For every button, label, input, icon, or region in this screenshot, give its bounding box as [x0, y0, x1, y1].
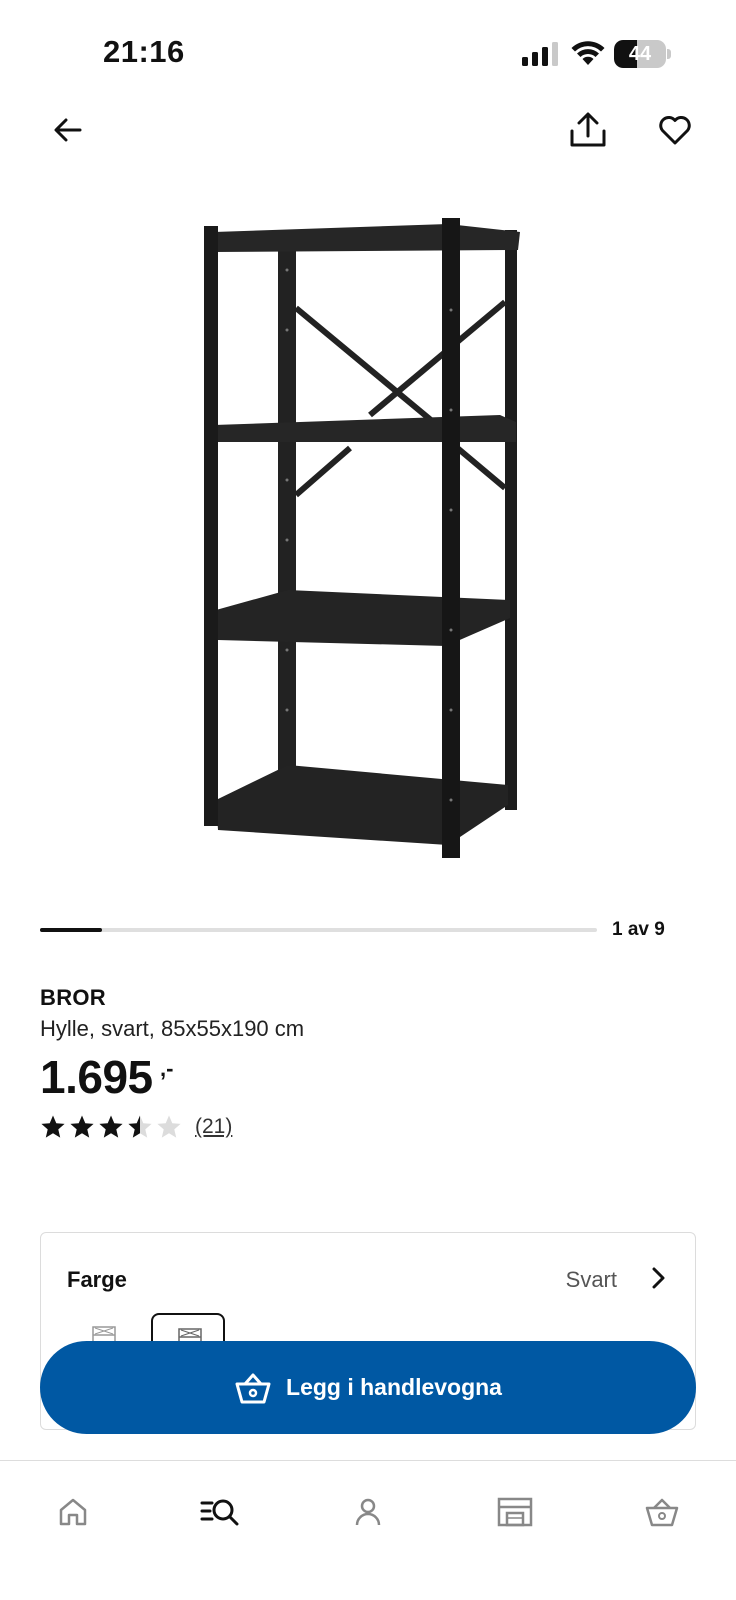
shopping-basket-icon — [235, 1373, 271, 1403]
home-icon — [59, 1498, 87, 1526]
color-value: Svart — [565, 1267, 617, 1292]
profile-icon — [355, 1498, 381, 1526]
add-to-cart-button[interactable]: Legg i handlevogna — [40, 1341, 696, 1434]
bottom-navigation — [0, 1460, 736, 1600]
favorite-button[interactable] — [645, 100, 705, 160]
gallery-progress-fill — [40, 928, 102, 932]
cart-icon — [645, 1498, 679, 1527]
status-time: 21:16 — [103, 34, 185, 69]
store-icon — [497, 1497, 533, 1527]
rating[interactable]: (21) — [40, 1114, 232, 1140]
star-icon — [41, 1115, 65, 1138]
nav-search[interactable] — [190, 1487, 250, 1537]
gallery-counter: 1 av 9 — [612, 919, 665, 940]
nav-profile[interactable] — [338, 1487, 398, 1537]
battery-icon: 44 — [614, 40, 671, 68]
color-label: Farge — [67, 1267, 127, 1292]
gallery-progress-bar — [40, 928, 597, 932]
product-description: Hylle, svart, 85x55x190 cm — [40, 1016, 305, 1041]
nav-store[interactable] — [485, 1487, 545, 1537]
share-button[interactable] — [558, 100, 618, 160]
shelving-unit-image[interactable] — [190, 210, 550, 890]
battery-level: 44 — [628, 43, 652, 65]
heart-icon — [659, 116, 691, 145]
share-icon — [570, 112, 606, 147]
back-button[interactable] — [38, 100, 98, 160]
signal-icon — [522, 42, 558, 66]
star-icon — [128, 1115, 152, 1138]
product-name: BROR — [40, 985, 106, 1010]
star-icon — [157, 1115, 181, 1138]
status-bar: 21:16 44 — [0, 0, 736, 100]
rating-stars — [40, 1114, 185, 1140]
nav-cart[interactable] — [632, 1487, 692, 1537]
price-suffix: ,- — [160, 1056, 174, 1081]
star-icon — [99, 1115, 123, 1138]
back-arrow-icon — [54, 118, 82, 142]
review-count-link[interactable]: (21) — [195, 1115, 232, 1139]
chevron-right-icon[interactable] — [643, 1263, 673, 1293]
search-icon — [200, 1499, 239, 1526]
product-price: 1.695 — [40, 1051, 153, 1103]
star-icon — [70, 1115, 94, 1138]
wifi-icon — [571, 41, 605, 65]
add-to-cart-label: Legg i handlevogna — [286, 1374, 502, 1400]
nav-home[interactable] — [43, 1487, 103, 1537]
